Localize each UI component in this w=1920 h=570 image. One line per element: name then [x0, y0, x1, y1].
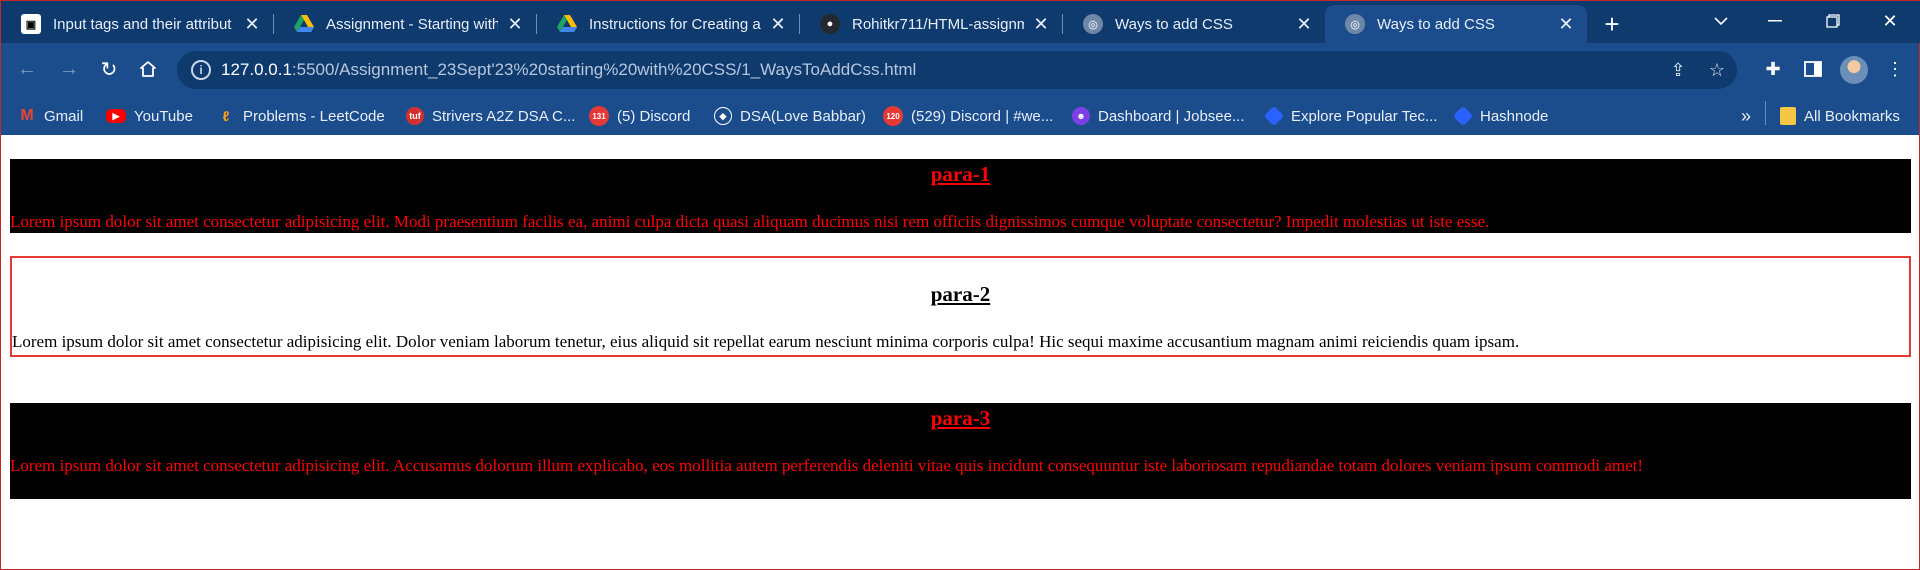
minimize-button[interactable]	[1752, 5, 1798, 37]
bookmark-label: (529) Discord | #we...	[911, 107, 1054, 125]
para-3-heading: para-3	[930, 406, 991, 430]
close-icon[interactable]: ✕	[1555, 13, 1577, 35]
discord-icon: 131	[589, 106, 609, 126]
bookmarks-divider	[1765, 101, 1766, 125]
more-menu-icon[interactable]: ⋮	[1879, 53, 1911, 85]
forward-arrow-icon[interactable]: →	[53, 53, 85, 85]
tab-strip: ▣ Input tags and their attribut ✕ Assign…	[1, 1, 1920, 43]
leetcode-icon: ℓ	[222, 108, 230, 124]
bookmark-love-babbar[interactable]: ◆ DSA(Love Babbar)	[714, 103, 866, 129]
folder-icon	[1780, 107, 1796, 125]
bookmark-star-icon[interactable]: ☆	[1703, 57, 1731, 83]
address-bar[interactable]: i 127.0.0.1:5500/Assignment_23Sept'23%20…	[177, 51, 1737, 89]
globe-icon: ◎	[1345, 14, 1365, 34]
google-drive-icon	[294, 14, 314, 34]
bookmark-discord-web[interactable]: 120 (529) Discord | #we...	[883, 103, 1053, 129]
bookmark-jobseekers[interactable]: ☻ Dashboard | Jobsee...	[1072, 103, 1244, 129]
site-info-icon[interactable]: i	[191, 60, 211, 80]
bookmark-label: Problems - LeetCode	[243, 107, 385, 125]
bookmark-label: YouTube	[134, 107, 193, 125]
globe-icon: ◎	[1083, 14, 1103, 34]
reload-icon[interactable]: ↻	[93, 53, 125, 85]
bookmark-label: Gmail	[44, 107, 84, 125]
bookmark-label: Dashboard | Jobsee...	[1098, 107, 1245, 125]
para-3-text: Lorem ipsum dolor sit amet consectetur a…	[10, 456, 1644, 475]
tab-ways-to-add-css-active[interactable]: ◎ Ways to add CSS ✕	[1325, 5, 1587, 43]
close-icon[interactable]: ✕	[241, 13, 263, 35]
profile-avatar[interactable]	[1840, 56, 1868, 84]
para-2-heading: para-2	[930, 282, 991, 306]
bookmark-discord[interactable]: 131 (5) Discord	[589, 103, 690, 129]
tab-title: Rohitkr711/HTML-assignme	[852, 15, 1024, 33]
bookmark-strivers[interactable]: tuf Strivers A2Z DSA C...	[406, 103, 575, 129]
bookmark-label: Explore Popular Tec...	[1291, 107, 1438, 125]
bookmark-leetcode[interactable]: ℓ Problems - LeetCode	[217, 103, 385, 129]
bookmark-label: DSA(Love Babbar)	[740, 107, 866, 125]
bookmark-youtube[interactable]: ▶ YouTube	[106, 103, 193, 129]
para-1-heading: para-1	[930, 162, 991, 186]
github-icon: ●	[820, 14, 840, 34]
share-icon[interactable]: ⇪	[1664, 57, 1692, 83]
love-babbar-icon: ◆	[714, 107, 732, 125]
input-tags-favicon-icon: ▣	[21, 14, 41, 34]
more-bookmarks-chevron-icon[interactable]: »	[1741, 103, 1751, 129]
close-icon[interactable]: ✕	[1293, 13, 1315, 35]
bookmark-label: Strivers A2Z DSA C...	[432, 107, 576, 125]
gmail-icon: M	[20, 107, 34, 124]
tab-input-tags[interactable]: ▣ Input tags and their attribut ✕	[1, 5, 273, 43]
para-1-text: Lorem ipsum dolor sit amet consectetur a…	[10, 212, 1490, 231]
tab-instructions[interactable]: Instructions for Creating an ✕	[537, 5, 799, 43]
google-drive-icon	[557, 14, 577, 34]
youtube-icon: ▶	[106, 109, 126, 123]
bookmark-hashnode[interactable]: Hashnode	[1452, 103, 1549, 129]
tab-assignment[interactable]: Assignment - Starting with ✕	[274, 5, 536, 43]
navigation-toolbar: ← → ↻ i 127.0.0.1:5500/Assignment_23Sept…	[1, 43, 1920, 95]
hashnode-icon	[1263, 105, 1285, 127]
tab-github[interactable]: ● Rohitkr711/HTML-assignme ✕	[800, 5, 1062, 43]
para-2-section: para-2 Lorem ipsum dolor sit amet consec…	[10, 256, 1911, 357]
tab-title: Ways to add CSS	[1377, 15, 1495, 33]
tab-title: Assignment - Starting with	[326, 15, 498, 33]
close-icon[interactable]: ✕	[767, 13, 789, 35]
new-tab-button[interactable]: +	[1596, 8, 1628, 40]
discord-icon: 120	[883, 106, 903, 126]
url-text: 127.0.0.1:5500/Assignment_23Sept'23%20st…	[221, 60, 917, 79]
tab-ways-to-add-css[interactable]: ◎ Ways to add CSS ✕	[1063, 5, 1325, 43]
close-icon[interactable]: ✕	[1030, 13, 1052, 35]
tab-title: Ways to add CSS	[1115, 15, 1233, 33]
extensions-puzzle-icon[interactable]: ✚	[1757, 53, 1789, 85]
tab-search-chevron-icon[interactable]	[1698, 5, 1744, 37]
browser-chrome: ▣ Input tags and their attribut ✕ Assign…	[0, 0, 1920, 135]
back-arrow-icon[interactable]: ←	[11, 53, 43, 85]
restore-button[interactable]	[1810, 5, 1856, 37]
page-viewport: para-1 Lorem ipsum dolor sit amet consec…	[0, 135, 1920, 570]
bookmark-explore[interactable]: Explore Popular Tec...	[1263, 103, 1438, 129]
para-3-section: para-3 Lorem ipsum dolor sit amet consec…	[10, 403, 1911, 499]
bookmark-label: (5) Discord	[617, 107, 691, 125]
bookmarks-bar: M Gmail ▶ YouTube ℓ Problems - LeetCode …	[1, 95, 1920, 136]
tuf-icon: tuf	[406, 107, 424, 125]
home-icon[interactable]	[132, 53, 164, 85]
close-window-button[interactable]: ✕	[1867, 5, 1913, 37]
side-panel-icon[interactable]	[1797, 53, 1829, 85]
tab-title: Instructions for Creating an	[589, 15, 761, 33]
hashnode-icon	[1452, 105, 1474, 127]
bookmark-label: All Bookmarks	[1804, 107, 1900, 125]
bookmark-label: Hashnode	[1480, 107, 1549, 125]
tab-title: Input tags and their attribut	[53, 15, 232, 33]
para-2-text: Lorem ipsum dolor sit amet consectetur a…	[12, 332, 1520, 351]
all-bookmarks-folder[interactable]: All Bookmarks	[1780, 103, 1900, 129]
bookmark-gmail[interactable]: M Gmail	[18, 103, 83, 129]
close-icon[interactable]: ✕	[504, 13, 526, 35]
para-1-section: para-1 Lorem ipsum dolor sit amet consec…	[10, 159, 1911, 233]
jobseekers-icon: ☻	[1072, 107, 1090, 125]
